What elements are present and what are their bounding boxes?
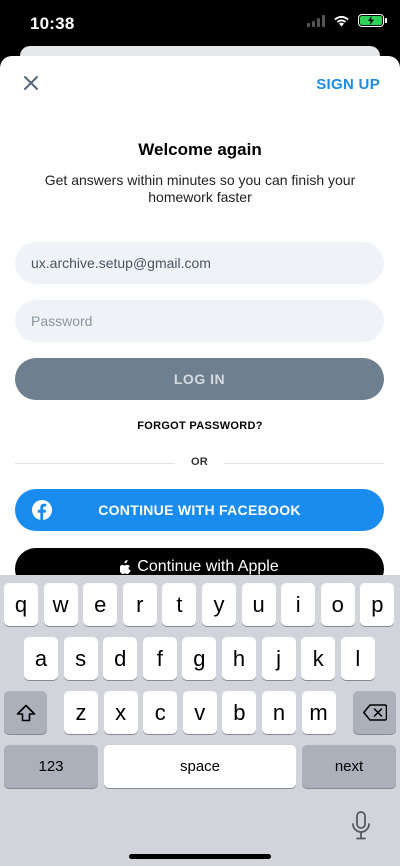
password-input[interactable] <box>31 313 368 329</box>
key-g[interactable]: g <box>182 637 217 680</box>
divider-label: OR <box>190 456 209 468</box>
apple-icon <box>120 560 132 574</box>
key-x[interactable]: x <box>103 691 138 734</box>
key-k[interactable]: k <box>301 637 336 680</box>
page-subtitle: Get answers within minutes so you can fi… <box>44 172 356 205</box>
status-time: 10:38 <box>30 14 75 33</box>
key-n[interactable]: n <box>262 691 296 734</box>
cellular-signal-icon <box>307 14 325 27</box>
key-h[interactable]: h <box>222 637 256 680</box>
continue-with-facebook-button[interactable]: CONTINUE WITH FACEBOOK <box>15 489 384 531</box>
key-y[interactable]: y <box>202 583 236 626</box>
forgot-password-link[interactable]: FORGOT PASSWORD? <box>0 420 400 432</box>
shift-icon <box>16 704 35 721</box>
page-title: Welcome again <box>138 140 262 159</box>
status-icons <box>307 14 387 27</box>
key-c[interactable]: c <box>143 691 178 734</box>
numbers-key[interactable]: 123 <box>4 745 98 788</box>
email-field-container <box>15 242 384 284</box>
key-u[interactable]: u <box>241 583 276 626</box>
key-b[interactable]: b <box>222 691 257 734</box>
key-w[interactable]: w <box>43 583 78 626</box>
key-o[interactable]: o <box>320 583 355 626</box>
key-m[interactable]: m <box>301 691 336 734</box>
or-divider: OR <box>15 455 384 471</box>
onscreen-keyboard: qwertyuiop asdfghjkl zxcvbnm 123 space n… <box>0 575 400 866</box>
key-j[interactable]: j <box>261 637 296 680</box>
home-indicator <box>129 854 271 859</box>
space-key[interactable]: space <box>104 745 296 788</box>
key-f[interactable]: f <box>142 637 177 680</box>
key-r[interactable]: r <box>122 583 157 626</box>
status-bar: 10:38 <box>0 0 400 48</box>
facebook-icon <box>32 500 52 520</box>
key-s[interactable]: s <box>63 637 98 680</box>
email-input[interactable] <box>31 255 368 271</box>
key-z[interactable]: z <box>64 691 98 734</box>
key-l[interactable]: l <box>340 637 375 680</box>
key-d[interactable]: d <box>103 637 138 680</box>
divider-line-right <box>224 463 384 464</box>
microphone-icon[interactable] <box>350 811 372 841</box>
key-q[interactable]: q <box>4 583 38 626</box>
wifi-icon <box>334 15 349 27</box>
login-button[interactable]: LOG IN <box>15 358 384 400</box>
password-field-container <box>15 300 384 342</box>
backspace-icon <box>362 704 387 721</box>
signup-link[interactable]: SIGN UP <box>316 76 380 93</box>
apple-button-label: Continue with Apple <box>137 558 279 575</box>
key-p[interactable]: p <box>360 583 395 626</box>
delete-key[interactable] <box>353 691 396 734</box>
next-key[interactable]: next <box>302 745 396 788</box>
key-t[interactable]: t <box>162 583 197 626</box>
key-v[interactable]: v <box>182 691 217 734</box>
facebook-button-label: CONTINUE WITH FACEBOOK <box>98 502 301 518</box>
battery-icon <box>358 14 387 27</box>
key-i[interactable]: i <box>281 583 316 626</box>
shift-key[interactable] <box>4 691 47 734</box>
key-e[interactable]: e <box>83 583 118 626</box>
key-a[interactable]: a <box>24 637 58 680</box>
close-icon[interactable] <box>20 72 42 94</box>
